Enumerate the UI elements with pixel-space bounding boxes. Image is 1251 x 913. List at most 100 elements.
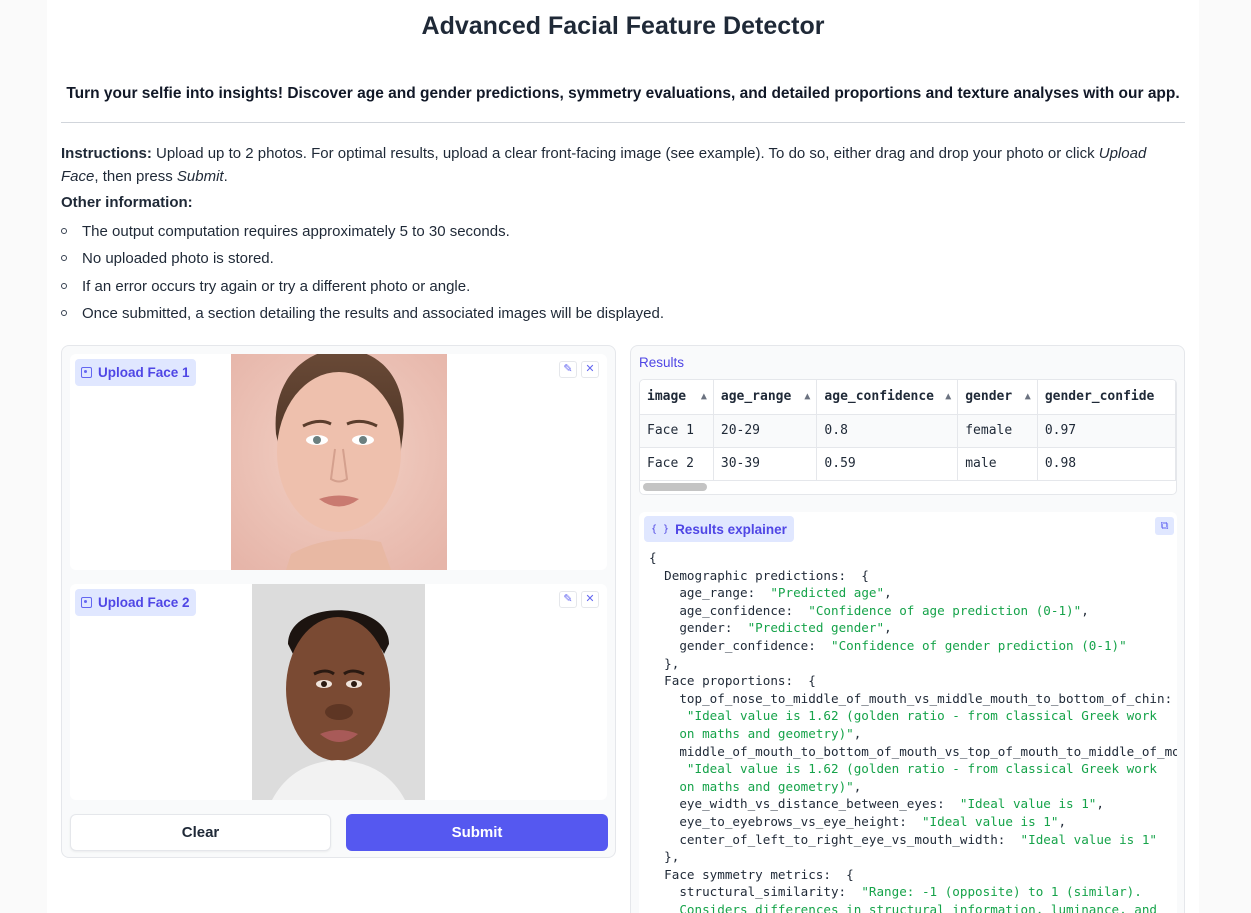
upload-face-1-actions: ✎ ✕	[559, 361, 599, 378]
table-cell[interactable]: 0.97	[1037, 414, 1176, 448]
edit-icon[interactable]: ✎	[559, 361, 577, 378]
results-table: image ▲ age_range ▲ age_confidence ▲ gender…	[640, 380, 1176, 481]
other-info-item: No uploaded photo is stored.	[61, 248, 664, 275]
code-string: "Confidence of gender prediction (0-1)"	[830, 637, 1127, 653]
edit-icon[interactable]: ✎	[559, 591, 577, 608]
code-line: gender: "Predicted gender",	[649, 619, 1177, 637]
sort-arrow-icon[interactable]: ▲	[804, 391, 810, 402]
table-cell[interactable]: 0.59	[816, 447, 959, 481]
code-line: eye_width_vs_distance_between_eyes: "Ide…	[649, 795, 1177, 813]
code-text: eye_to_eyebrows_vs_eye_height:	[649, 813, 922, 829]
code-text: eye_width_vs_distance_between_eyes:	[649, 796, 960, 812]
upload-face-1-label-text: Upload Face 1	[98, 365, 190, 380]
results-explainer-label: { } Results explainer	[644, 516, 794, 542]
code-line: on maths and geometry)",	[649, 778, 1177, 796]
code-string: on maths and geometry)"	[679, 778, 854, 794]
upload-face-1-label: Upload Face 1	[75, 359, 196, 386]
column-header-gender[interactable]: gender ▲	[957, 380, 1038, 415]
upload-face-2-label-text: Upload Face 2	[98, 595, 190, 610]
column-header-age-confidence[interactable]: age_confidence ▲	[816, 380, 959, 415]
close-icon[interactable]: ✕	[581, 591, 599, 608]
code-text: ,	[1096, 796, 1104, 812]
table-cell[interactable]: male	[957, 447, 1038, 481]
code-line: Considers differences in structural info…	[649, 901, 1177, 913]
sort-arrow-icon[interactable]: ▲	[945, 391, 951, 402]
code-text: middle_of_mouth_to_bottom_of_mouth_vs_to…	[649, 743, 1177, 759]
code-string: "Range: -1 (opposite) to 1 (similar).	[861, 884, 1142, 900]
table-cell[interactable]: Face 2	[640, 447, 714, 481]
code-text: Face proportions: {	[649, 673, 816, 689]
code-string: "Ideal value is 1"	[921, 813, 1059, 829]
code-string: Considers differences in structural info…	[679, 901, 1158, 913]
face-2-photo	[252, 584, 425, 800]
code-text: gender:	[649, 620, 748, 636]
code-string: on maths and geometry)"	[679, 725, 854, 741]
code-string: "Confidence of age prediction (0-1)"	[808, 602, 1082, 618]
code-text: ,	[1081, 602, 1089, 618]
close-icon[interactable]: ✕	[581, 361, 599, 378]
code-line: {	[649, 549, 1177, 567]
results-explainer: { } Results explainer ⧉ { Demographic pr…	[639, 512, 1177, 913]
sort-arrow-icon[interactable]: ▲	[1025, 391, 1031, 402]
code-text: ,	[884, 585, 892, 601]
code-line: Face proportions: {	[649, 672, 1177, 690]
column-header-gender-confidence[interactable]: gender_confide	[1037, 380, 1176, 415]
horizontal-scrollbar[interactable]	[643, 483, 707, 491]
code-string: "Ideal value is 1.62 (golden ratio - fro…	[686, 761, 1158, 777]
face-1-photo	[231, 354, 447, 570]
results-table-container[interactable]: image ▲ age_range ▲ age_confidence ▲ gender…	[639, 379, 1177, 495]
column-header-label: age_confidence	[824, 389, 934, 405]
table-row: Face 1 20-29 0.8 female 0.97	[640, 414, 1176, 448]
table-cell[interactable]: female	[957, 414, 1038, 448]
code-text: age_confidence:	[649, 602, 809, 618]
column-header-label: age_range	[720, 389, 792, 405]
code-line: top_of_nose_to_middle_of_mouth_vs_middle…	[649, 690, 1177, 708]
upload-face-2-dropzone[interactable]: Upload Face 2 ✎ ✕	[70, 584, 607, 800]
other-info-list: The output computation requires approxim…	[61, 221, 664, 330]
code-text: },	[649, 849, 680, 865]
code-string: "Predicted age"	[770, 585, 885, 601]
code-text: {	[649, 550, 657, 565]
other-info-item: The output computation requires approxim…	[61, 221, 664, 248]
code-text: ,	[853, 725, 862, 741]
code-text: top_of_nose_to_middle_of_mouth_vs_middle…	[649, 690, 1173, 706]
json-braces-icon: { }	[651, 523, 670, 535]
other-info-item: Once submitted, a section detailing the …	[61, 303, 664, 330]
code-text: center_of_left_to_right_eye_vs_mouth_wid…	[649, 831, 1021, 847]
column-header-image[interactable]: image ▲	[640, 380, 714, 415]
code-line: eye_to_eyebrows_vs_eye_height: "Ideal va…	[649, 813, 1177, 831]
results-label: Results	[639, 355, 685, 370]
code-string: "Predicted gender"	[747, 620, 885, 636]
code-text: gender_confidence:	[649, 637, 831, 653]
code-line: },	[649, 848, 1177, 866]
json-code-block: { Demographic predictions: { age_range: …	[649, 549, 1177, 913]
column-header-label: image	[647, 389, 687, 405]
clear-button[interactable]: Clear	[70, 814, 331, 851]
table-cell[interactable]: 30-39	[713, 447, 818, 481]
sort-arrow-icon[interactable]: ▲	[701, 391, 707, 402]
instructions-text-2: , then press	[94, 168, 177, 185]
code-line: center_of_left_to_right_eye_vs_mouth_wid…	[649, 831, 1177, 849]
table-cell[interactable]: Face 1	[640, 414, 714, 448]
submit-button[interactable]: Submit	[346, 814, 608, 851]
table-cell[interactable]: 0.98	[1037, 447, 1176, 481]
instructions-label: Instructions:	[61, 145, 152, 162]
column-header-age-range[interactable]: age_range ▲	[713, 380, 818, 415]
instructions-text-3: .	[223, 168, 228, 185]
table-cell[interactable]: 20-29	[713, 414, 818, 448]
column-header-label: gender_confide	[1044, 389, 1155, 405]
copy-icon[interactable]: ⧉	[1155, 517, 1174, 535]
divider	[61, 122, 1185, 123]
upload-face-2-actions: ✎ ✕	[559, 591, 599, 608]
image-icon	[81, 597, 92, 608]
page-subtitle: Turn your selfie into insights! Discover…	[66, 85, 1180, 102]
upload-panel: Upload Face 1 ✎ ✕ Upload Face 2 ✎ ✕ Clea…	[61, 345, 616, 858]
upload-face-1-dropzone[interactable]: Upload Face 1 ✎ ✕	[70, 354, 607, 570]
code-line: Face symmetry metrics: {	[649, 866, 1177, 884]
table-cell[interactable]: 0.8	[816, 414, 959, 448]
upload-face-2-label: Upload Face 2	[75, 589, 196, 616]
